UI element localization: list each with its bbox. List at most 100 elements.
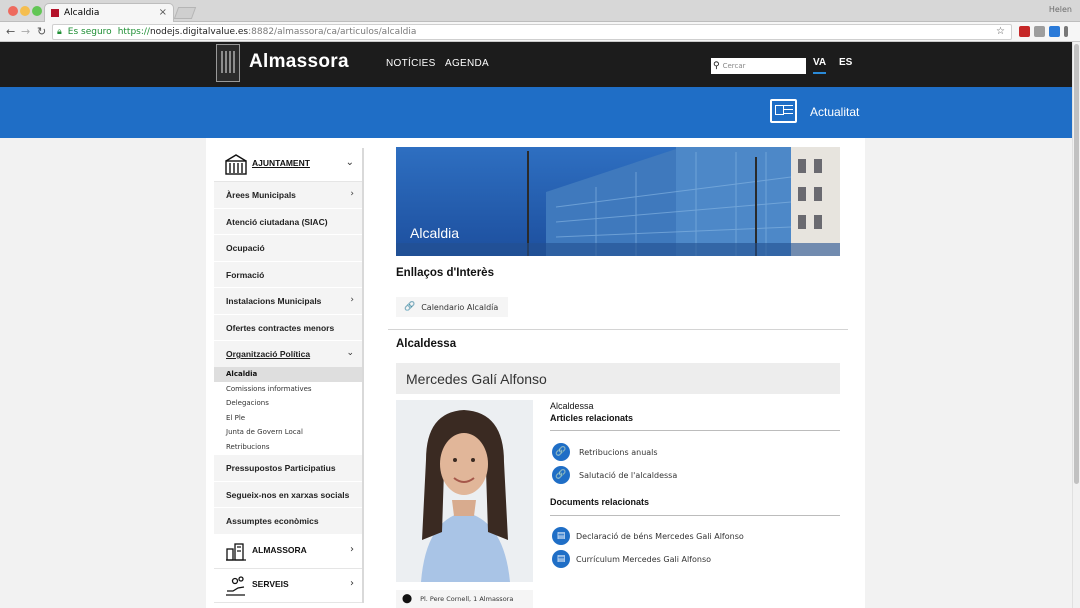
document-declaracio-bens[interactable]: ▤ Declaració de béns Mercedes Gali Alfon… bbox=[552, 527, 744, 545]
sidebar-item-atencio-ciutadana[interactable]: Atenció ciutadana (SIAC) bbox=[214, 208, 362, 235]
hero-banner: Alcaldia bbox=[396, 147, 840, 256]
sidebar-head-label: AJUNTAMENT bbox=[252, 158, 310, 168]
tab-title: Alcaldia bbox=[64, 8, 100, 18]
chevron-right-icon: › bbox=[350, 189, 354, 199]
sidebar-item-pressupostos[interactable]: Pressupostos Participatius bbox=[214, 455, 362, 482]
nav-agenda[interactable]: AGENDA bbox=[445, 58, 489, 69]
sidebar-item-label: Formació bbox=[226, 269, 265, 280]
services-hand-icon bbox=[226, 576, 245, 596]
language-es[interactable]: ES bbox=[839, 57, 852, 68]
subitem-el-ple[interactable]: El Ple bbox=[214, 411, 362, 426]
mayor-photo bbox=[396, 400, 533, 582]
sidebar-item-label: Segueix-nos en xarxas socials bbox=[226, 489, 350, 500]
subitem-delegacions[interactable]: Delegacions bbox=[214, 396, 362, 411]
sidebar-item-label: Atenció ciutadana (SIAC) bbox=[226, 216, 328, 227]
sidebar-item-xarxas-socials[interactable]: Segueix-nos en xarxas socials bbox=[214, 481, 362, 508]
search-icon: ⚲ bbox=[713, 61, 720, 71]
site-brand[interactable]: Almassora bbox=[249, 51, 349, 73]
tab-close-icon[interactable]: × bbox=[159, 7, 167, 18]
document-icon: ▤ bbox=[552, 550, 570, 568]
subitem-alcaldia[interactable]: Alcaldia bbox=[214, 367, 362, 382]
articles-rule bbox=[550, 430, 840, 431]
newspaper-icon[interactable] bbox=[770, 99, 797, 123]
language-va[interactable]: VA bbox=[813, 57, 826, 68]
sidebar-sublist: Alcaldia Comissions informatives Delegac… bbox=[214, 367, 362, 455]
sidebar-item-assumptes-economics[interactable]: Assumptes econòmics bbox=[214, 508, 362, 535]
camera-extension-icon[interactable] bbox=[1034, 26, 1045, 37]
favicon-icon bbox=[51, 9, 59, 17]
sidebar-item-label: Àrees Municipals bbox=[226, 190, 296, 200]
section-band: Actualitat bbox=[0, 87, 1072, 138]
sidebar-item-ofertes-contractes[interactable]: Ofertes contractes menors bbox=[214, 314, 362, 341]
portrait-image bbox=[396, 400, 533, 582]
article-salutacio[interactable]: 🔗 Salutació de l'alcaldessa bbox=[552, 466, 677, 484]
browser-tab[interactable]: Alcaldia × bbox=[44, 3, 174, 22]
sidebar-item-arees-municipals[interactable]: Àrees Municipals › bbox=[214, 182, 362, 209]
secure-label: Es seguro bbox=[67, 27, 112, 37]
sidebar-item-instalacions-municipals[interactable]: Instalacions Municipals › bbox=[214, 288, 362, 315]
browser-user-name[interactable]: Helen bbox=[1049, 5, 1072, 14]
reload-icon[interactable]: ↻ bbox=[37, 25, 46, 38]
document-label: Currículum Mercedes Gali Alfonso bbox=[576, 554, 712, 564]
lock-icon: 🔒︎ bbox=[57, 27, 62, 37]
calendario-alcaldia-link[interactable]: 🔗 Calendario Alcaldía bbox=[396, 297, 508, 317]
site-header: Almassora NOTÍCIES AGENDA ⚲ Cercar VA ES bbox=[0, 42, 1072, 87]
sidebar-item-label: Assumptes econòmics bbox=[226, 516, 319, 526]
almassora-crest-logo[interactable] bbox=[216, 44, 240, 82]
location-pin-icon: ⬤ bbox=[402, 594, 413, 604]
scrollbar-thumb[interactable] bbox=[1074, 44, 1079, 484]
search-input[interactable]: ⚲ Cercar bbox=[711, 58, 806, 74]
articles-heading: Articles relacionats bbox=[550, 413, 634, 423]
sidebar-head-label: SERVEIS bbox=[252, 579, 289, 589]
chevron-right-icon: › bbox=[350, 578, 354, 589]
document-curriculum[interactable]: ▤ Currículum Mercedes Gali Alfonso bbox=[552, 550, 711, 568]
sidebar-item-label: Ocupació bbox=[226, 243, 265, 253]
browser-toolbar: ← → ↻ 🔒︎ Es seguro https:// nodejs.digit… bbox=[0, 22, 1080, 42]
article-retribucions-anuals[interactable]: 🔗 Retribucions anuals bbox=[552, 443, 658, 461]
url-scheme: https:// bbox=[117, 27, 150, 37]
section-divider bbox=[388, 329, 848, 330]
links-heading: Enllaços d'Interès bbox=[396, 267, 494, 279]
sidebar-head-serveis[interactable]: SERVEIS › bbox=[214, 569, 362, 603]
address-bar[interactable]: 🔒︎ Es seguro https:// nodejs.digitalvalu… bbox=[52, 24, 1012, 40]
subitem-retribucions[interactable]: Retribucions bbox=[214, 440, 362, 455]
person-name: Mercedes Galí Alfonso bbox=[406, 370, 547, 387]
subitem-junta-govern-local[interactable]: Junta de Govern Local bbox=[214, 425, 362, 440]
document-label: Declaració de béns Mercedes Gali Alfonso bbox=[576, 531, 744, 541]
hero-title: Alcaldia bbox=[410, 225, 460, 241]
sidebar: AJUNTAMENT ⌄ Àrees Municipals › Atenció … bbox=[214, 148, 364, 603]
new-tab-button[interactable] bbox=[173, 7, 197, 19]
extension-icon[interactable] bbox=[1019, 26, 1030, 37]
sidebar-item-label: Ofertes contractes menors bbox=[226, 322, 335, 333]
actualitat-link[interactable]: Actualitat bbox=[810, 105, 859, 119]
sidebar-head-almassora[interactable]: ALMASSORA › bbox=[214, 535, 362, 569]
maximize-window-button[interactable] bbox=[32, 6, 42, 16]
close-window-button[interactable] bbox=[8, 6, 18, 16]
section-title: Alcaldessa bbox=[396, 338, 457, 350]
sidebar-item-formacio[interactable]: Formació bbox=[214, 261, 362, 288]
translate-extension-icon[interactable] bbox=[1049, 26, 1060, 37]
town-icon bbox=[226, 543, 246, 561]
sidebar-item-label: Pressupostos Participatius bbox=[226, 463, 336, 473]
hero-building-image bbox=[396, 147, 840, 256]
bookmark-star-icon[interactable]: ☆ bbox=[996, 26, 1005, 37]
article-label: Retribucions anuals bbox=[579, 447, 658, 457]
sidebar-head-label: ALMASSORA bbox=[252, 545, 307, 555]
documents-rule bbox=[550, 515, 840, 516]
back-arrow-icon[interactable]: ← bbox=[6, 25, 15, 38]
nav-noticies[interactable]: NOTÍCIES bbox=[386, 58, 436, 69]
sidebar-head-ajuntament[interactable]: AJUNTAMENT ⌄ bbox=[214, 148, 362, 182]
sidebar-item-organitzacio-politica[interactable]: Organització Política ⌄ bbox=[214, 341, 362, 368]
browser-menu-icon[interactable] bbox=[1064, 26, 1068, 37]
minimize-window-button[interactable] bbox=[20, 6, 30, 16]
address-info: ⬤ Pl. Pere Cornell, 1 Almassora bbox=[396, 590, 533, 608]
sidebar-item-label: Instalacions Municipals bbox=[226, 296, 322, 306]
forward-arrow-icon[interactable]: → bbox=[21, 25, 30, 38]
url-host: nodejs.digitalvalue.es bbox=[149, 27, 249, 37]
sidebar-item-ocupacio[interactable]: Ocupació bbox=[214, 235, 362, 262]
subitem-comissions-informatives[interactable]: Comissions informatives bbox=[214, 382, 362, 397]
sidebar-item-label: Organització Política bbox=[226, 349, 311, 359]
chevron-right-icon: › bbox=[350, 544, 354, 555]
address-text: Pl. Pere Cornell, 1 Almassora bbox=[420, 595, 514, 603]
article-label: Salutació de l'alcaldessa bbox=[579, 470, 678, 480]
